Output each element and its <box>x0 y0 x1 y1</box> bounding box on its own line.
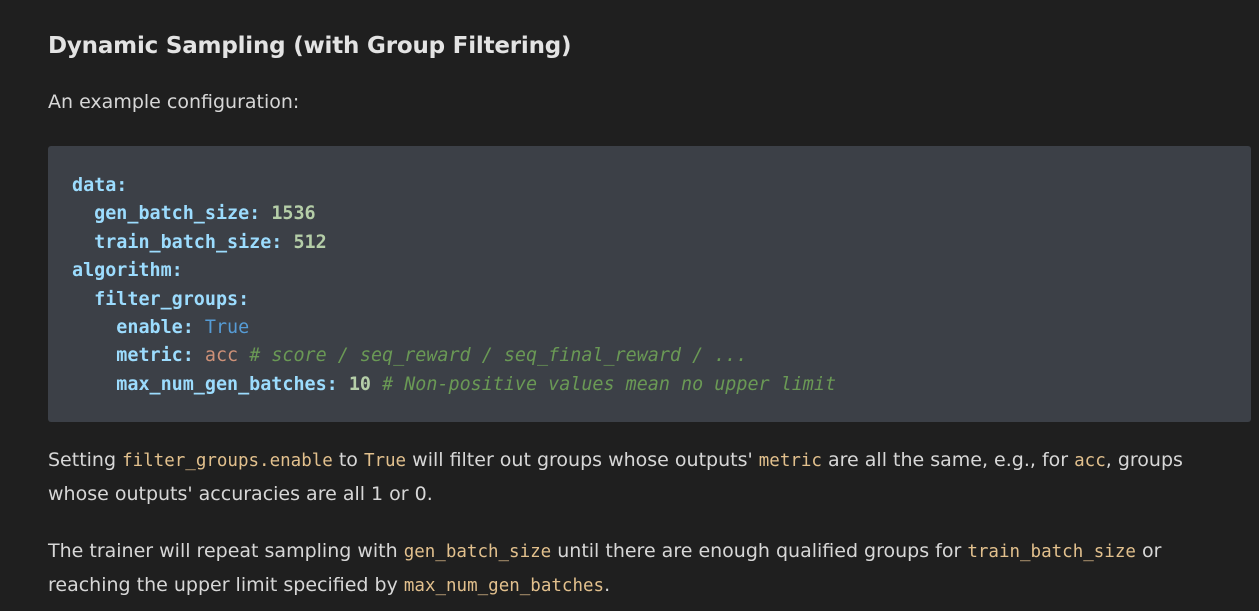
text-run: . <box>604 574 611 596</box>
code-block: data: gen_batch_size: 1536 train_batch_s… <box>48 146 1251 422</box>
yaml-number: 512 <box>293 231 327 253</box>
code-line: filter_groups: <box>72 286 1251 314</box>
yaml-key: algorithm: <box>72 260 183 282</box>
code-line: data: <box>72 172 1251 200</box>
code-line: algorithm: <box>72 257 1251 285</box>
code-line: train_batch_size: 512 <box>72 229 1251 257</box>
yaml-key: gen_batch_size: <box>94 203 261 225</box>
inline-code: True <box>363 451 407 471</box>
yaml-comment: # score / seq_reward / seq_final_reward … <box>249 345 748 367</box>
yaml-number: 1536 <box>271 203 316 225</box>
inline-code: metric <box>758 451 822 471</box>
text-run: until there are enough qualified groups … <box>551 540 968 562</box>
text-run: The trainer will repeat sampling with <box>48 540 404 562</box>
paragraph-trainer: The trainer will repeat sampling with ge… <box>48 535 1228 603</box>
text-run: Setting <box>48 449 123 471</box>
inline-code: acc <box>1074 451 1106 471</box>
inline-code: max_num_gen_batches <box>403 576 605 596</box>
text-run: will filter out groups whose outputs' <box>406 449 759 471</box>
yaml-key: filter_groups: <box>94 288 250 310</box>
yaml-comment: # Non-positive values mean no upper limi… <box>382 373 837 395</box>
inline-code: filter_groups.enable <box>122 451 333 471</box>
code-line: gen_batch_size: 1536 <box>72 200 1251 228</box>
text-run: to <box>332 449 364 471</box>
code-line: metric: acc # score / seq_reward / seq_f… <box>72 342 1251 370</box>
yaml-key: enable: <box>116 316 194 338</box>
yaml-string: acc <box>204 345 239 367</box>
intro-text: An example configuration: <box>48 91 300 113</box>
code-line: enable: True <box>72 314 1251 342</box>
inline-code: train_batch_size <box>967 542 1136 562</box>
section-heading: Dynamic Sampling (with Group Filtering) <box>48 33 572 59</box>
inline-code: gen_batch_size <box>403 542 552 562</box>
yaml-key: max_num_gen_batches: <box>116 373 338 395</box>
yaml-key: metric: <box>116 345 194 367</box>
paragraph-filter-groups: Setting filter_groups.enable to True wil… <box>48 444 1228 511</box>
text-run: are all the same, e.g., for <box>821 449 1075 471</box>
yaml-key: data: <box>72 175 128 196</box>
yaml-key: train_batch_size: <box>94 231 283 253</box>
yaml-boolean: True <box>204 316 250 338</box>
yaml-number: 10 <box>348 373 371 395</box>
code-line: max_num_gen_batches: 10 # Non-positive v… <box>72 371 1251 399</box>
